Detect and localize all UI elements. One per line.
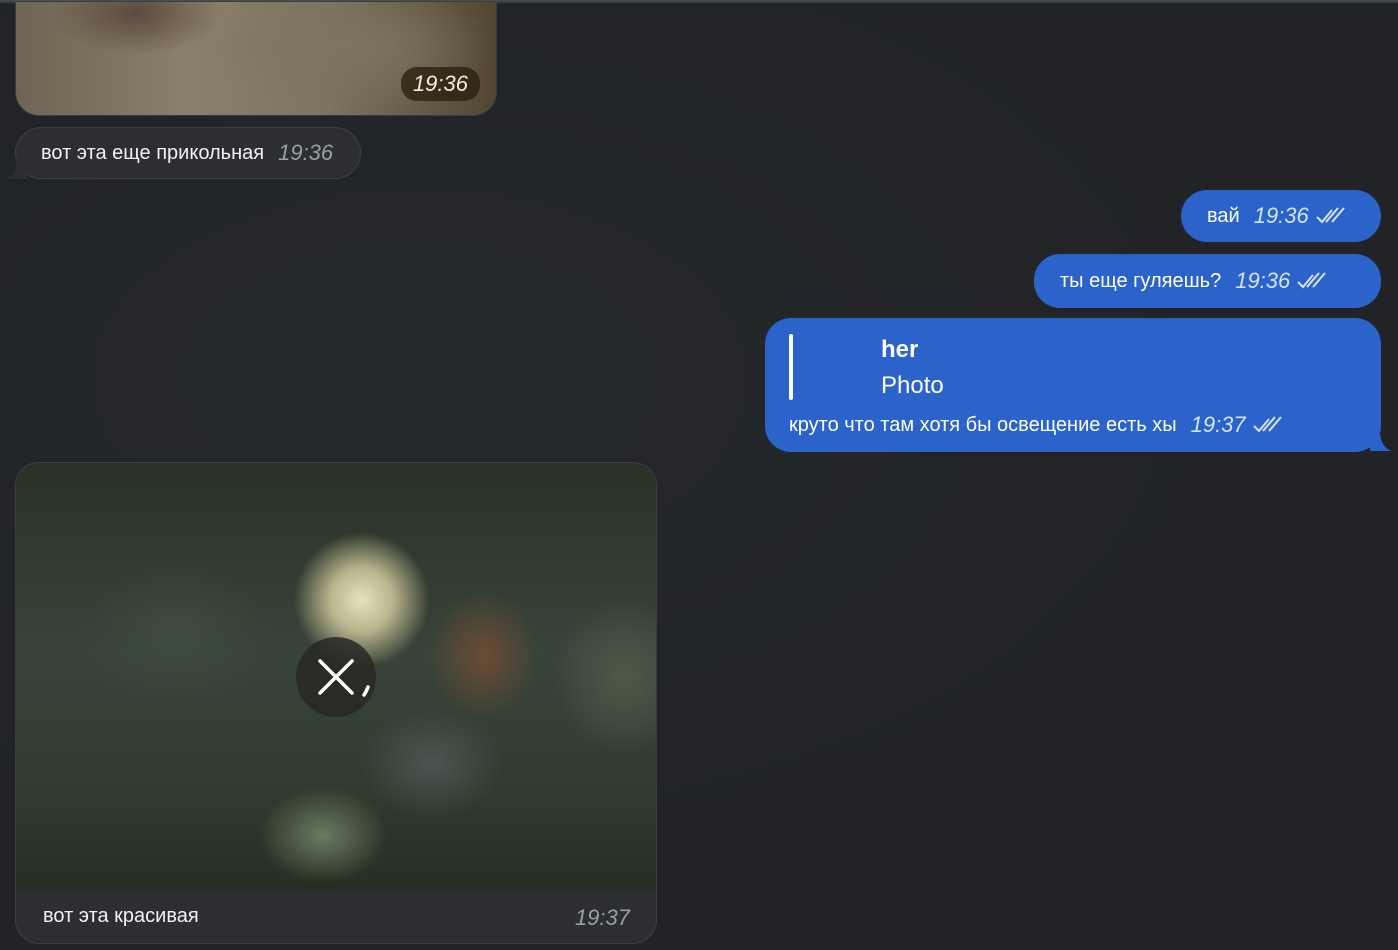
message-text: вот эта еще прикольная [41,141,265,164]
reply-preview[interactable]: Photo [881,372,944,400]
close-icon [318,659,370,697]
incoming-message[interactable]: вот эта еще прикольная 19:36 [15,127,362,179]
double-check-icon [1252,416,1282,433]
outgoing-message[interactable]: вай 19:36 [1181,190,1381,242]
blurred-photo[interactable] [16,463,656,891]
message-text: вай [1207,204,1240,227]
message-text: ты еще гуляешь? [1060,269,1222,292]
reply-quote-bar [789,334,793,400]
photo-caption: вот эта красивая [43,905,199,927]
message-timestamp: 19:37 [574,905,630,930]
outgoing-reply-message[interactable]: her Photo круто что там хотя бы освещени… [765,318,1381,452]
reply-author[interactable]: her [881,336,918,364]
message-timestamp: 19:36 [1253,203,1309,228]
message-text: круто что там хотя бы освещение есть хы [789,413,1177,436]
message-timestamp: 19:37 [1190,412,1246,437]
photo-timestamp: 19:36 [400,67,480,101]
chat-history: 19:36 вот эта еще прикольная 19:36 вай 1… [0,0,1398,950]
incoming-photo-message[interactable]: вот эта красивая 19:37 [15,462,657,944]
cancel-download-button[interactable] [296,637,376,717]
double-check-icon [1297,272,1327,289]
message-timestamp: 19:36 [278,140,334,165]
double-check-icon [1316,207,1345,224]
incoming-photo-message[interactable]: 19:36 [15,1,497,116]
bubble-tail [1370,431,1392,451]
bubble-tail [5,159,27,179]
outgoing-message[interactable]: ты еще гуляешь? 19:36 [1034,254,1381,308]
message-timestamp: 19:36 [1235,268,1291,293]
